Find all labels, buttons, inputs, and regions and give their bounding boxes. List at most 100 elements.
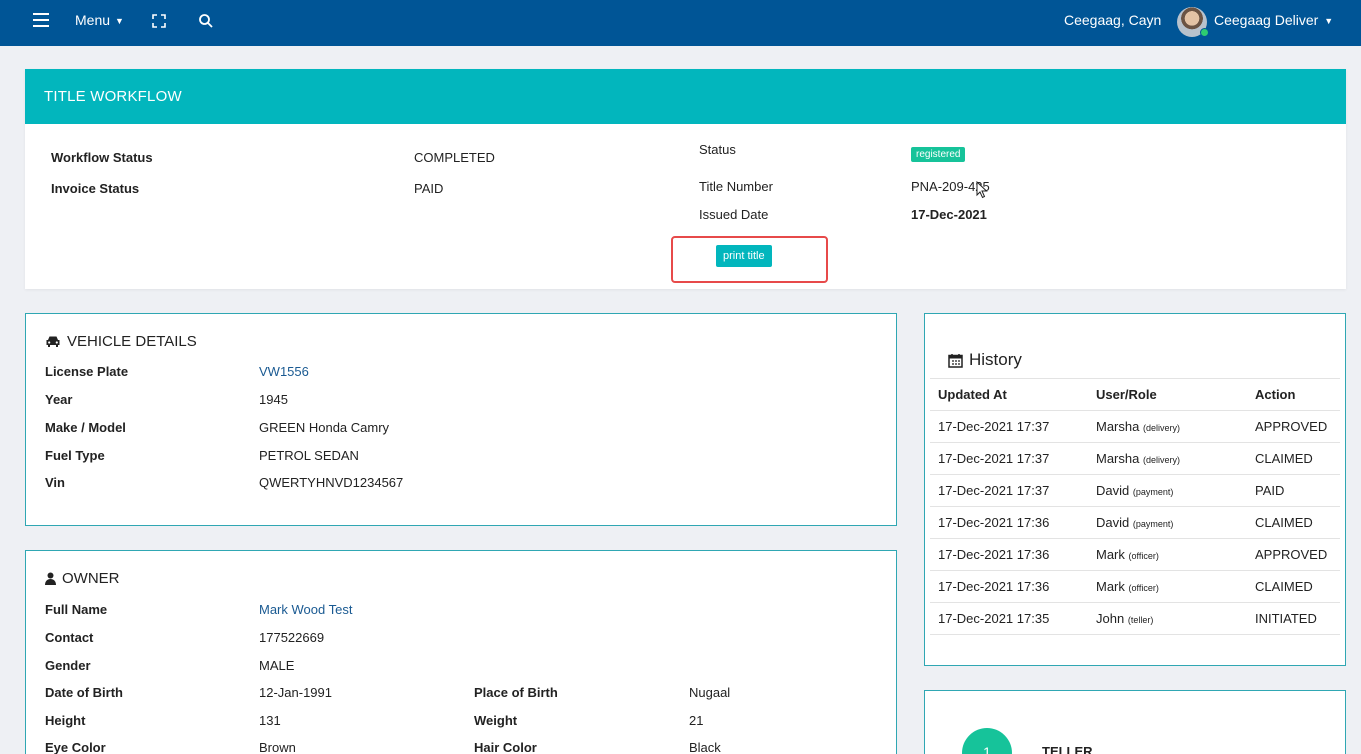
status-badge: registered bbox=[911, 147, 966, 162]
license-plate-link[interactable]: VW1556 bbox=[259, 364, 309, 379]
table-row: 17-Dec-2021 17:36 Mark (officer) CLAIMED bbox=[930, 570, 1340, 603]
table-row: 17-Dec-2021 17:37 Marsha (delivery) APPR… bbox=[930, 410, 1340, 443]
history-action: CLAIMED bbox=[1247, 442, 1340, 475]
eye-color-value: Brown bbox=[259, 740, 296, 754]
title-number-label: Title Number bbox=[699, 179, 773, 194]
owner-title: OWNER bbox=[45, 570, 120, 587]
menu-label: Menu bbox=[75, 12, 111, 28]
pob-value: Nugaal bbox=[689, 685, 731, 700]
history-role: (officer) bbox=[1128, 551, 1159, 561]
weight-value: 21 bbox=[689, 713, 704, 728]
vin-label: Vin bbox=[45, 475, 65, 490]
pob-label: Place of Birth bbox=[474, 685, 558, 700]
dob-label: Date of Birth bbox=[45, 685, 123, 700]
history-date: 17-Dec-2021 17:35 bbox=[930, 602, 1088, 635]
contact-label: Contact bbox=[45, 630, 94, 645]
chevron-down-icon: ▼ bbox=[115, 16, 124, 26]
year-label: Year bbox=[45, 392, 73, 407]
height-label: Height bbox=[45, 713, 86, 728]
history-user: David (payment) bbox=[1088, 474, 1247, 507]
weight-label: Weight bbox=[474, 713, 518, 728]
fullscreen-icon[interactable] bbox=[152, 14, 166, 28]
license-plate-label: License Plate bbox=[45, 364, 129, 379]
history-user: Mark (officer) bbox=[1088, 570, 1247, 603]
history-user: Mark (officer) bbox=[1088, 538, 1247, 571]
menu-dropdown[interactable]: Menu ▼ bbox=[75, 12, 124, 28]
owner-card: OWNER Full Name Mark Wood Test Contact 1… bbox=[25, 550, 897, 754]
history-title: History bbox=[948, 350, 1022, 370]
history-action: PAID bbox=[1247, 474, 1340, 507]
print-title-highlight: print title bbox=[671, 236, 828, 283]
user-role-header: User/Role bbox=[1088, 378, 1247, 411]
vehicle-details-card: VEHICLE DETAILS License Plate VW1556 Yea… bbox=[25, 313, 897, 526]
issued-date-value: 17-Dec-2021 bbox=[911, 207, 987, 222]
history-user: David (payment) bbox=[1088, 506, 1247, 539]
fuel-type-value: PETROL SEDAN bbox=[259, 448, 359, 463]
history-user: John (teller) bbox=[1088, 602, 1247, 635]
avatar[interactable] bbox=[1177, 7, 1209, 37]
teller-step-label: TELLER bbox=[1042, 744, 1093, 754]
workflow-status-label: Workflow Status bbox=[51, 150, 153, 165]
history-date: 17-Dec-2021 17:36 bbox=[930, 506, 1088, 539]
invoice-status-value: PAID bbox=[414, 181, 444, 196]
search-icon[interactable] bbox=[198, 13, 214, 29]
height-value: 131 bbox=[259, 713, 281, 728]
table-row: 17-Dec-2021 17:35 John (teller) INITIATE… bbox=[930, 602, 1340, 635]
table-row: 17-Dec-2021 17:37 Marsha (delivery) CLAI… bbox=[930, 442, 1340, 475]
hair-color-label: Hair Color bbox=[474, 740, 537, 754]
history-date: 17-Dec-2021 17:36 bbox=[930, 570, 1088, 603]
vehicle-details-title: VEHICLE DETAILS bbox=[45, 333, 197, 350]
hair-color-value: Black bbox=[689, 740, 721, 754]
gender-value: MALE bbox=[259, 658, 295, 673]
history-date: 17-Dec-2021 17:37 bbox=[930, 442, 1088, 475]
history-action: APPROVED bbox=[1247, 538, 1340, 571]
history-role: (delivery) bbox=[1142, 455, 1180, 465]
history-date: 17-Dec-2021 17:37 bbox=[930, 410, 1088, 443]
table-row: 17-Dec-2021 17:36 David (payment) CLAIME… bbox=[930, 506, 1340, 539]
workflow-status-value: COMPLETED bbox=[414, 150, 495, 165]
user-role-label: Ceegaag Deliver bbox=[1214, 12, 1319, 28]
fuel-type-label: Fuel Type bbox=[45, 448, 105, 463]
history-role: (delivery) bbox=[1142, 423, 1180, 433]
year-value: 1945 bbox=[259, 392, 288, 407]
issued-date-label: Issued Date bbox=[699, 207, 769, 222]
history-table: Updated At User/Role Action 17-Dec-2021 … bbox=[930, 378, 1340, 635]
table-row: 17-Dec-2021 17:37 David (payment) PAID bbox=[930, 474, 1340, 507]
updated-at-header: Updated At bbox=[930, 378, 1088, 411]
history-date: 17-Dec-2021 17:37 bbox=[930, 474, 1088, 507]
history-action: CLAIMED bbox=[1247, 570, 1340, 603]
history-header-row: Updated At User/Role Action bbox=[930, 378, 1340, 411]
contact-value: 177522669 bbox=[259, 630, 325, 645]
user-name: Ceegaag, Cayn bbox=[1064, 12, 1162, 28]
history-user: Marsha (delivery) bbox=[1088, 410, 1247, 443]
vehicle-details-title-text: VEHICLE DETAILS bbox=[67, 333, 197, 350]
history-action: APPROVED bbox=[1247, 410, 1340, 443]
calendar-icon bbox=[948, 353, 963, 368]
history-title-text: History bbox=[969, 350, 1022, 369]
history-action: CLAIMED bbox=[1247, 506, 1340, 539]
top-navbar: Menu ▼ Ceegaag, Cayn Ceegaag Deliver ▼ bbox=[0, 0, 1361, 46]
title-workflow-card: TITLE WORKFLOW Workflow Status COMPLETED… bbox=[25, 69, 1346, 289]
history-date: 17-Dec-2021 17:36 bbox=[930, 538, 1088, 571]
eye-color-label: Eye Color bbox=[45, 740, 106, 754]
table-row: 17-Dec-2021 17:36 Mark (officer) APPROVE… bbox=[930, 538, 1340, 571]
action-header: Action bbox=[1247, 378, 1340, 411]
dob-value: 12-Jan-1991 bbox=[259, 685, 332, 700]
history-role: (officer) bbox=[1128, 583, 1159, 593]
status-label: Status bbox=[699, 142, 736, 157]
user-role-dropdown[interactable]: Ceegaag Deliver ▼ bbox=[1214, 12, 1333, 28]
full-name-link[interactable]: Mark Wood Test bbox=[259, 602, 352, 617]
online-status-dot bbox=[1200, 28, 1209, 37]
user-icon bbox=[45, 572, 56, 585]
hamburger-menu-icon[interactable] bbox=[33, 13, 49, 27]
invoice-status-label: Invoice Status bbox=[51, 181, 140, 196]
make-model-label: Make / Model bbox=[45, 420, 126, 435]
make-model-value: GREEN Honda Camry bbox=[259, 420, 390, 435]
full-name-label: Full Name bbox=[45, 602, 108, 617]
car-icon bbox=[46, 336, 60, 347]
owner-title-text: OWNER bbox=[62, 570, 120, 587]
gender-label: Gender bbox=[45, 658, 91, 673]
mouse-cursor-icon bbox=[976, 181, 988, 199]
print-title-button[interactable]: print title bbox=[716, 245, 772, 267]
history-role: (payment) bbox=[1132, 519, 1174, 529]
